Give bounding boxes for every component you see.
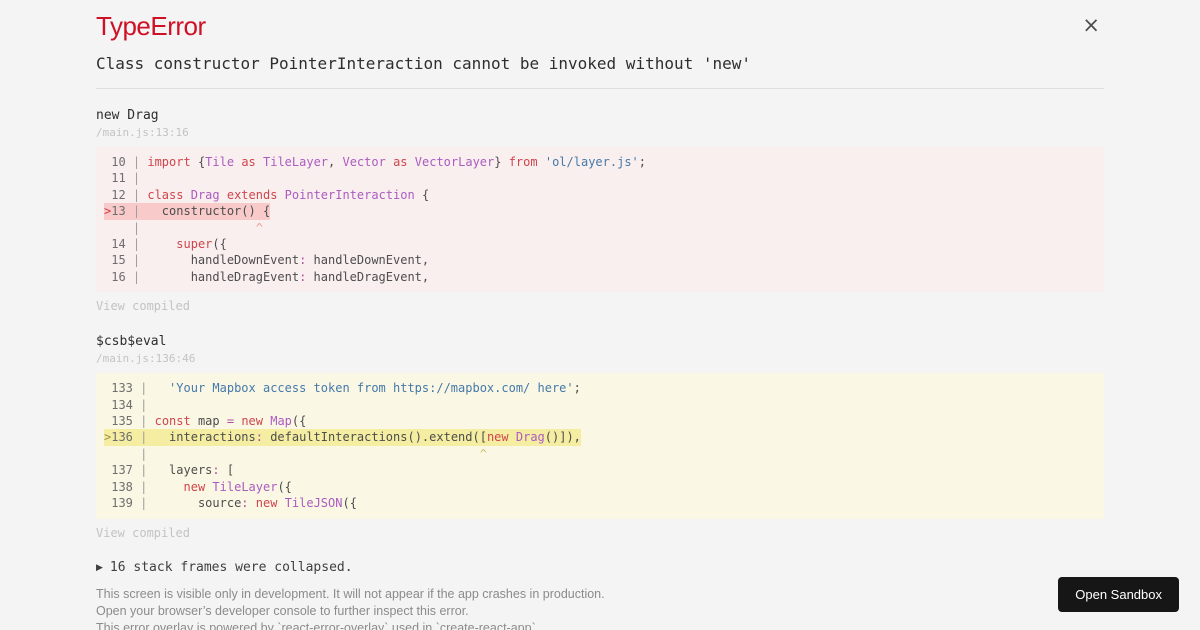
line-number: 10	[111, 155, 126, 169]
code-line: 11 |	[111, 171, 148, 186]
code-line: >13 | constructor() {	[104, 203, 271, 220]
code-line: 16 | handleDragEvent: handleDragEvent,	[111, 269, 430, 284]
code-line: 135 | const map = new Map({	[111, 414, 307, 429]
code-line: 12 | class Drag extends PointerInteracti…	[111, 187, 430, 202]
open-sandbox-button[interactable]: Open Sandbox	[1058, 577, 1179, 612]
stack-frames: new Drag/main.js:13:16 10 | import {Tile…	[96, 109, 1104, 542]
line-number: 139	[111, 496, 133, 511]
code-line: 133 | 'Your Mapbox access token from htt…	[111, 381, 581, 396]
stack-frame: new Drag/main.js:13:16 10 | import {Tile…	[96, 109, 1104, 315]
stack-frame: $csb$eval/main.js:136:46 133 | 'Your Map…	[96, 335, 1104, 541]
footer-note-development: This screen is visible only in developme…	[96, 586, 605, 601]
footer-note-powered-by: This error overlay is powered by `react-…	[96, 620, 540, 630]
stack-frame-function: new Drag	[96, 108, 159, 123]
line-number: 136	[111, 430, 133, 445]
line-number: 135	[111, 414, 133, 429]
view-compiled-link[interactable]: View compiled	[96, 527, 190, 539]
footer-note-console: Open your browser’s developer console to…	[96, 603, 469, 618]
view-compiled-link[interactable]: View compiled	[96, 300, 190, 312]
line-number: 11	[111, 171, 126, 186]
error-message: Class constructor PointerInteraction can…	[96, 54, 752, 73]
stack-frame-location: /main.js:136:46	[96, 352, 196, 366]
error-overlay: TypeError × Class constructor PointerInt…	[0, 0, 1200, 630]
collapsed-frames-toggle[interactable]: ▶ 16 stack frames were collapsed.	[96, 561, 1104, 575]
stack-frame-location: /main.js:13:16	[96, 126, 189, 139]
close-button[interactable]: ×	[1082, 15, 1100, 36]
collapsed-frames-label: 16 stack frames were collapsed.	[109, 559, 353, 575]
line-number: 16	[111, 269, 126, 284]
code-line: 134 |	[111, 397, 155, 412]
line-number: 14	[111, 237, 126, 252]
line-number: 137	[111, 463, 133, 478]
code-line: 139 | source: new TileJSON({	[111, 496, 357, 511]
expand-triangle-icon: ▶	[96, 562, 103, 573]
stack-frame-function: $csb$eval	[96, 334, 167, 350]
code-frame: 133 | 'Your Mapbox access token from htt…	[96, 373, 1104, 519]
code-caret-line: | ^	[132, 446, 487, 461]
error-title: TypeError	[96, 11, 206, 41]
code-caret-line: | ^	[125, 220, 263, 235]
line-number: 12	[111, 187, 126, 202]
divider	[96, 88, 1104, 89]
code-line: 137 | layers: [	[111, 463, 235, 478]
line-number: 13	[111, 204, 126, 219]
code-line: >136 | interactions: defaultInteractions…	[104, 429, 581, 446]
code-line: 15 | handleDownEvent: handleDownEvent,	[111, 253, 430, 268]
footer: This screen is visible only in developme…	[96, 586, 1104, 630]
code-line: 14 | super({	[111, 237, 227, 252]
close-icon: ×	[1082, 13, 1100, 37]
code-frame: 10 | import {Tile as TileLayer, Vector a…	[96, 147, 1104, 293]
code-line: 10 | import {Tile as TileLayer, Vector a…	[111, 155, 646, 169]
line-number: 138	[111, 479, 133, 494]
code-line: 138 | new TileLayer({	[111, 479, 292, 494]
line-number: 15	[111, 253, 126, 268]
line-number: 134	[111, 397, 133, 412]
line-number: 133	[111, 381, 133, 396]
